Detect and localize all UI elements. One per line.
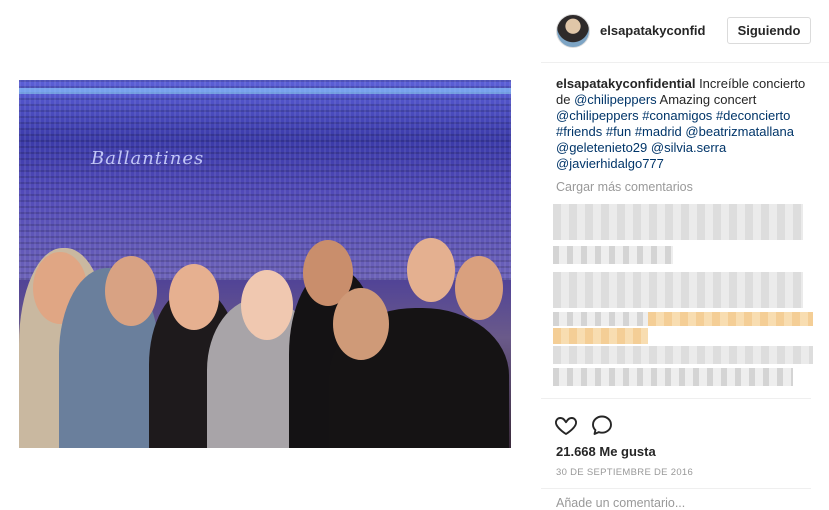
person-3-face <box>169 264 219 330</box>
person-6-face <box>333 288 389 360</box>
person-8-face <box>455 256 503 320</box>
hashtag-link[interactable]: #madrid <box>635 124 682 139</box>
caption-username[interactable]: elsapatakyconfidential <box>556 76 695 91</box>
hashtag-link[interactable]: #deconcierto <box>716 108 790 123</box>
header-username[interactable]: elsapatakyconfid <box>600 23 706 38</box>
arena-banner: Ballantines <box>91 148 205 169</box>
person-7-face <box>407 238 455 302</box>
hashtag-link[interactable]: #friends <box>556 124 602 139</box>
post-date[interactable]: 30 DE SEPTIEMBRE DE 2016 <box>556 467 693 478</box>
mention-link[interactable]: @silvia.serra <box>651 140 726 155</box>
person-2-face <box>105 256 157 326</box>
heart-icon[interactable] <box>554 413 578 437</box>
mention-link[interactable]: @chilipeppers <box>574 92 657 107</box>
actions-divider <box>541 398 811 399</box>
mention-link[interactable]: @beatrizmatallana <box>685 124 794 139</box>
blurred-comment-highlight <box>553 328 648 344</box>
blurred-comment <box>553 246 673 264</box>
load-more-comments-link[interactable]: Cargar más comentarios <box>556 180 693 194</box>
following-button[interactable]: Siguiendo <box>727 17 811 44</box>
blurred-comment <box>553 368 793 386</box>
mention-link[interactable]: @chilipeppers <box>556 108 639 123</box>
post-caption: elsapatakyconfidential Increíble concier… <box>556 76 818 172</box>
comment-divider <box>541 488 811 489</box>
blurred-comment <box>553 312 648 326</box>
mention-link[interactable]: @geletenieto29 <box>556 140 647 155</box>
hashtag-link[interactable]: #fun <box>606 124 631 139</box>
blurred-comment <box>553 346 813 364</box>
mention-link[interactable]: @javierhidalgo777 <box>556 156 664 171</box>
comment-bubble-icon[interactable] <box>590 413 614 437</box>
caption-text: Amazing concert <box>656 92 757 107</box>
blurred-comment <box>553 204 803 240</box>
blurred-comment-highlight <box>648 312 813 326</box>
stage-lights <box>19 88 511 94</box>
avatar[interactable] <box>556 14 590 48</box>
person-4-face <box>241 270 293 340</box>
post-photo[interactable]: Ballantines <box>19 80 511 448</box>
hashtag-link[interactable]: #conamigos <box>642 108 712 123</box>
blurred-comment <box>553 272 803 308</box>
add-comment-input[interactable]: Añade un comentario... <box>556 496 685 510</box>
likes-count[interactable]: 21.668 Me gusta <box>556 444 656 459</box>
